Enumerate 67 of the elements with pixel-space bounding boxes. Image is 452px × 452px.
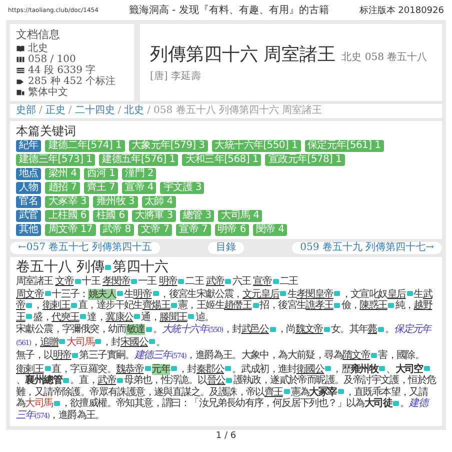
breadcrumb-link[interactable]: 二十四史	[74, 105, 115, 117]
keyword-tag[interactable]: 大冢宰 3	[45, 196, 90, 208]
category-tag[interactable]: 地点	[16, 168, 42, 180]
keyword-tag[interactable]: 梁州 4	[45, 168, 80, 180]
version-label: 标注版本 20180926	[359, 4, 444, 16]
keyword-tag[interactable]: 總管 3	[180, 210, 214, 222]
breadcrumb-link[interactable]: 正史	[45, 105, 66, 117]
next-chapter-link[interactable]: 059 卷五十九 列傳第四十七→	[292, 242, 442, 254]
keyword-tag[interactable]: 大統十六年[550] 1	[212, 140, 301, 152]
breadcrumb-link[interactable]: 史部	[16, 105, 36, 117]
info-text: 058 / 100	[28, 54, 76, 65]
breadcrumb-current: 058 卷五十八 列傳第四十六 周室諸王	[154, 105, 322, 117]
keyword-tag[interactable]: 宣帝 7	[176, 224, 211, 236]
chapter-heading: 卷五十八 列傳 第四十六	[16, 259, 170, 275]
keyword-tag[interactable]: 文帝 7	[138, 224, 172, 236]
keyword-tag[interactable]: 宣政元年[578] 1	[265, 154, 345, 166]
info-text: 繁体中文	[28, 87, 68, 98]
keyword-tag[interactable]: 西河 1	[84, 168, 118, 180]
category-tag[interactable]: 武官	[16, 210, 42, 222]
prev-chapter-link[interactable]: ←057 卷五十七 列傳第四十五	[10, 242, 160, 254]
info-text: 北史	[28, 43, 48, 54]
page-title: 籤海洞高 - 发现『有料、有趣、有用』的古籍	[128, 4, 329, 17]
keyword-tag[interactable]: 潼門 2	[122, 168, 156, 180]
breadcrumb-separator: /	[147, 105, 150, 117]
tag-icon	[16, 77, 25, 86]
keyword-tag[interactable]: 建德五年[576] 1	[99, 154, 178, 166]
keyword-tag[interactable]: 閔帝 4	[252, 224, 288, 236]
document-title: 列傳第四十六 周室諸王	[150, 43, 336, 66]
keyword-tag[interactable]: 雍州牧 3	[93, 196, 138, 208]
breadcrumb-separator: /	[39, 105, 42, 117]
keyword-tag[interactable]: 大象元年[579] 3	[128, 140, 208, 152]
keyword-tag[interactable]: 保定元年[561] 1	[304, 140, 384, 152]
info-text: 44 段 6339 字	[28, 65, 96, 76]
keyword-tag[interactable]: 周文帝 17	[45, 224, 96, 236]
document-icon	[16, 88, 25, 97]
info-text: 285 种 452 个标注	[28, 76, 116, 87]
breadcrumb-separator: /	[68, 105, 72, 117]
table-icon	[16, 66, 25, 75]
grid-icon	[16, 55, 25, 64]
category-tag[interactable]: 人物	[16, 182, 42, 194]
document-subtitle: 北史 058 卷五十八	[342, 50, 428, 64]
section-heading: 本篇关键词	[16, 124, 77, 138]
keyword-tag[interactable]: 宣帝 4	[122, 182, 156, 194]
keyword-tag[interactable]: 武帝 8	[100, 224, 134, 236]
breadcrumb-separator: /	[118, 105, 122, 117]
keyword-tag[interactable]: 明帝 6	[214, 224, 249, 236]
keyword-tag[interactable]: 柱國 6	[93, 210, 128, 222]
keyword-tag[interactable]: 大將軍 3	[132, 210, 176, 222]
author-label: [唐] 李延壽	[150, 70, 202, 83]
page-number: 1 / 6	[216, 431, 236, 441]
info-heading: 文档信息	[16, 27, 61, 42]
keyword-tag[interactable]: 宇文護 3	[160, 182, 204, 194]
keyword-tag[interactable]: 建德三年[573] 1	[16, 154, 96, 166]
category-tag[interactable]: 其他	[16, 224, 42, 236]
keyword-tag[interactable]: 齊王 7	[84, 182, 118, 194]
keyword-tag[interactable]: 太師 4	[142, 196, 176, 208]
book-icon	[16, 44, 25, 53]
keyword-tag[interactable]: 大司馬 4	[218, 210, 262, 222]
keyword-tag[interactable]: 趙招 7	[45, 182, 80, 194]
contents-link[interactable]: 目錄	[208, 242, 244, 254]
keyword-tag[interactable]: 天和三年[568] 1	[182, 154, 262, 166]
breadcrumb-link[interactable]: 北史	[124, 105, 144, 117]
category-tag[interactable]: 官名	[16, 196, 42, 208]
paragraph: 周室諸王 文帝 十王 孝閔帝 一王 明帝 二王 武帝 六王 宣帝 二王	[16, 276, 300, 288]
keyword-tag[interactable]: 建德二年[574] 1	[45, 140, 125, 152]
category-tag[interactable]: 紀年	[16, 140, 42, 152]
keyword-tag[interactable]: 上柱國 6	[45, 210, 90, 222]
